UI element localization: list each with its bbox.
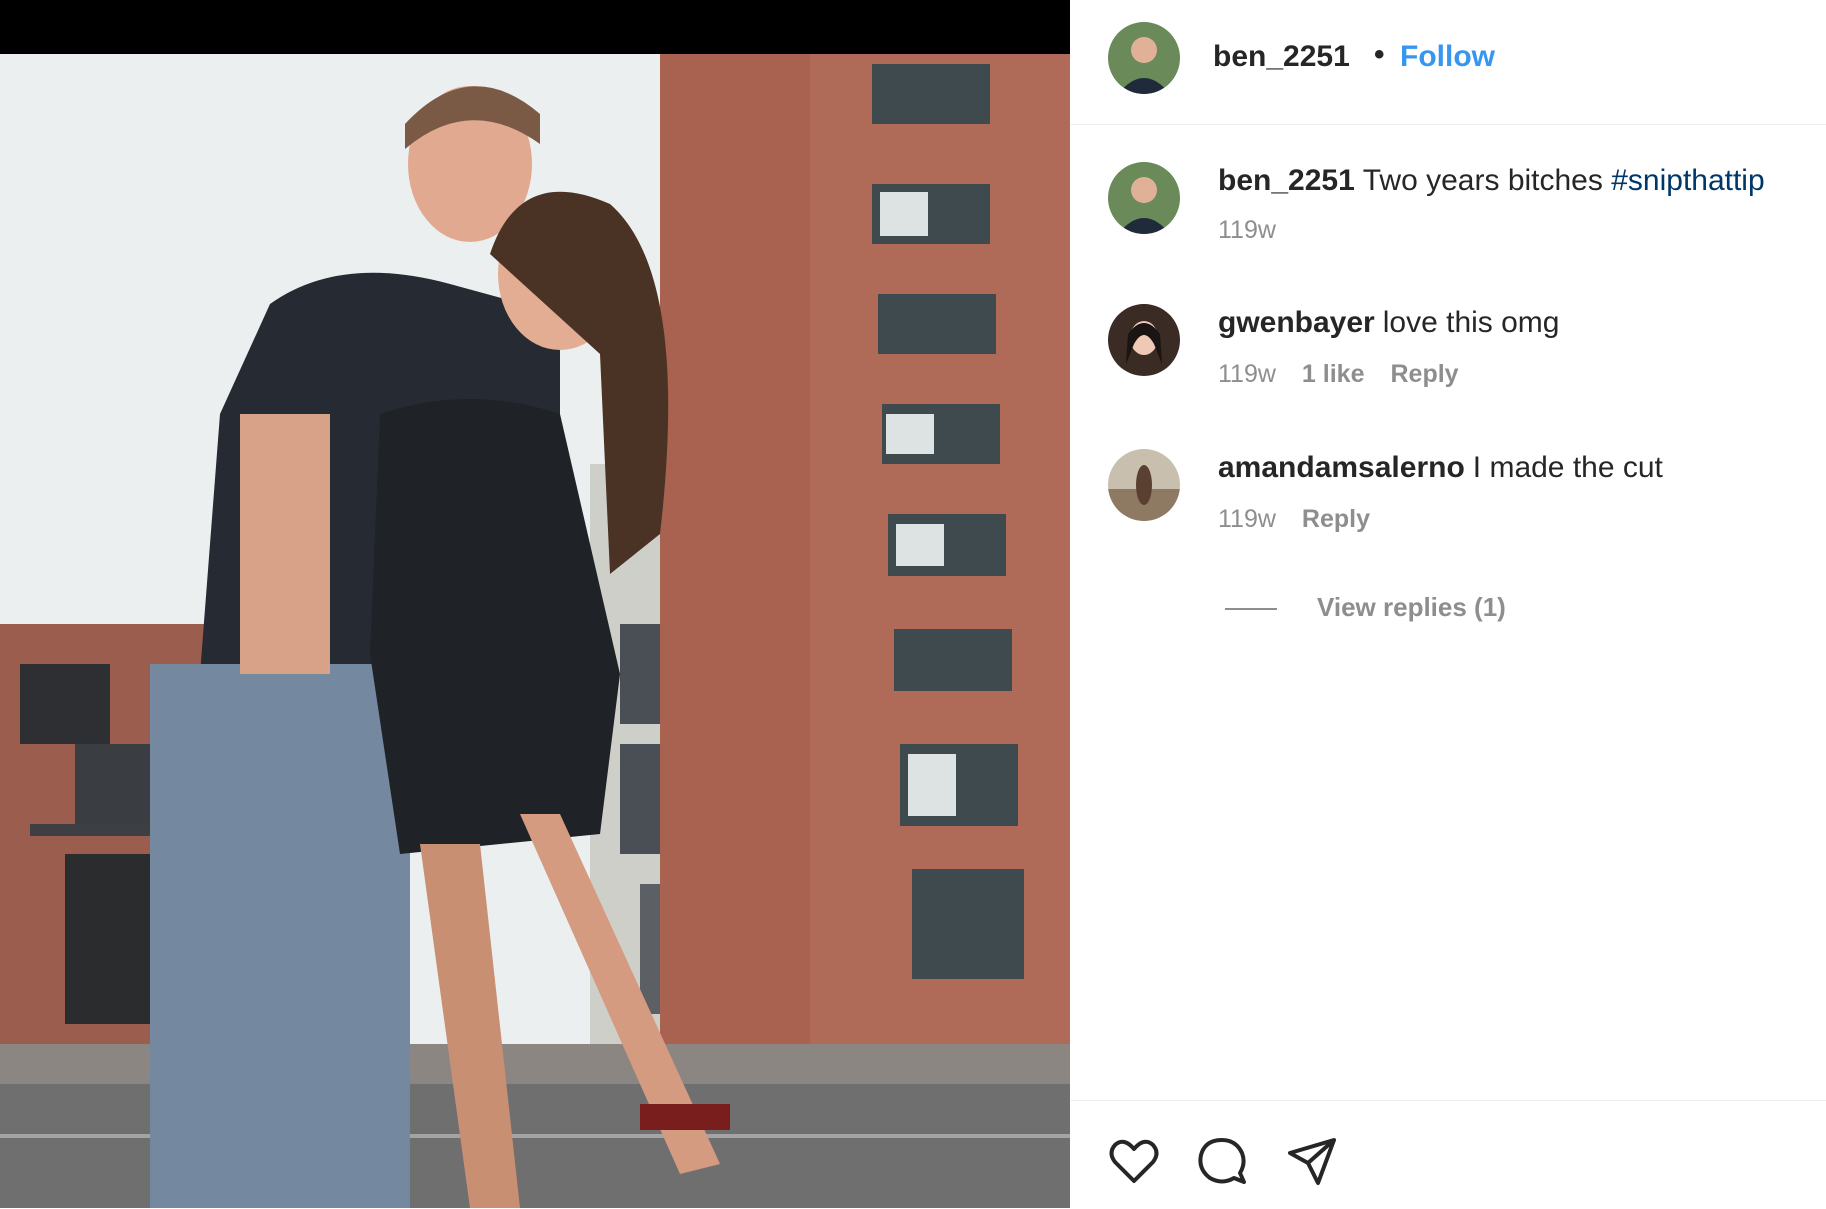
comment-username[interactable]: amandamsalerno <box>1218 451 1465 484</box>
comment-meta: 119w 1 like Reply <box>1218 360 1485 389</box>
comment-bubble-icon[interactable] <box>1194 1133 1250 1189</box>
heart-icon[interactable] <box>1106 1133 1162 1189</box>
comment-body: I made the cut <box>1472 451 1663 484</box>
comment-timestamp[interactable]: 119w <box>1218 360 1276 388</box>
comment-timestamp[interactable]: 119w <box>1218 505 1276 533</box>
comment-likes[interactable]: 1 like <box>1302 360 1365 388</box>
caption-hashtag[interactable]: #snipthattip <box>1611 164 1764 197</box>
caption-meta: 119w <box>1218 216 1302 245</box>
author-avatar[interactable] <box>1108 22 1180 94</box>
reply-button[interactable]: Reply <box>1302 505 1370 533</box>
header-separator: • <box>1374 38 1385 71</box>
caption-text: ben_2251 Two years bitches #snipthattip <box>1218 162 1765 200</box>
post-actions-bar <box>1070 1100 1826 1209</box>
view-replies-button[interactable]: View replies (1) <box>1225 588 1625 628</box>
commenter-avatar[interactable] <box>1108 449 1180 521</box>
view-replies-label: View replies (1) <box>1317 592 1506 622</box>
caption-body: Two years bitches <box>1362 164 1603 197</box>
post-header: ben_2251 • Follow <box>1070 0 1826 125</box>
comment-meta: 119w Reply <box>1218 505 1396 534</box>
post-photo-illustration <box>0 54 1070 1208</box>
comment-text: amandamsalerno I made the cut <box>1218 449 1663 487</box>
view-replies-divider <box>1225 608 1277 610</box>
paper-plane-icon[interactable] <box>1284 1133 1340 1189</box>
commenter-avatar[interactable] <box>1108 304 1180 376</box>
comment-text: gwenbayer love this omg <box>1218 304 1559 342</box>
comment-username[interactable]: gwenbayer <box>1218 306 1375 339</box>
caption-author-avatar[interactable] <box>1108 162 1180 234</box>
author-username[interactable]: ben_2251 <box>1213 40 1350 74</box>
reply-button[interactable]: Reply <box>1390 360 1458 388</box>
follow-button[interactable]: Follow <box>1400 40 1495 74</box>
comment-body: love this omg <box>1382 306 1560 339</box>
caption-timestamp[interactable]: 119w <box>1218 216 1276 244</box>
post-detail-panel: ben_2251 • Follow ben_2251 Two years bitc… <box>1070 0 1826 1208</box>
caption-username[interactable]: ben_2251 <box>1218 164 1355 197</box>
post-photo[interactable] <box>0 54 1070 1208</box>
post-photo-pane <box>0 0 1070 1208</box>
